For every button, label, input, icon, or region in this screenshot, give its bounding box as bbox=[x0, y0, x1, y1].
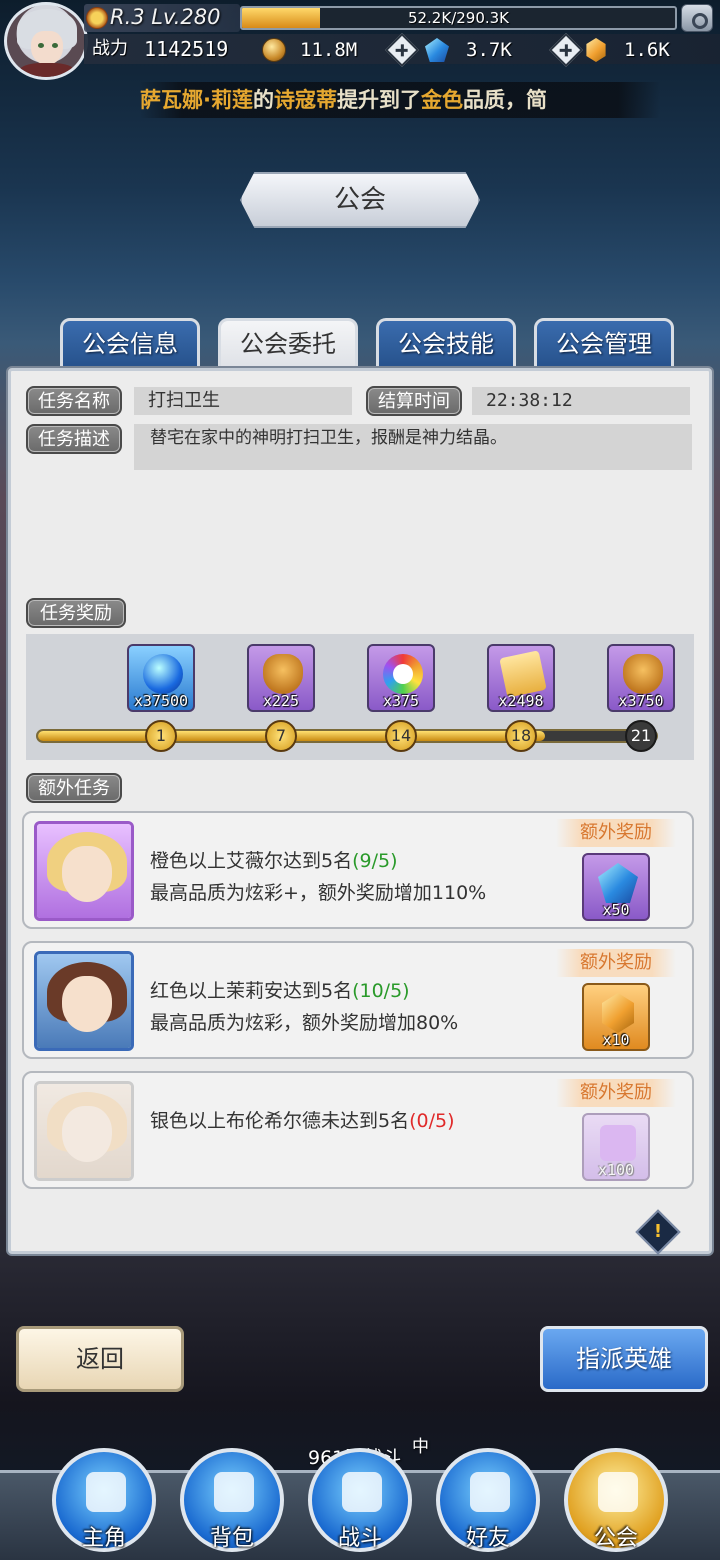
blue-gem-icon bbox=[598, 863, 638, 903]
reward-item[interactable]: x375 bbox=[367, 644, 435, 712]
page-title: 公会 bbox=[240, 172, 480, 228]
milestone-node: 21 bbox=[625, 720, 657, 752]
extra-reward-label: 额外奖励 bbox=[556, 819, 676, 847]
reward-qty: x10 bbox=[602, 1031, 630, 1049]
scroll-icon bbox=[499, 650, 547, 698]
nav-label: 战斗 bbox=[337, 1526, 382, 1551]
reward-item[interactable]: x2498 bbox=[487, 644, 555, 712]
task-bonus: 最高品质为炫彩+，额外奖励增加110% bbox=[150, 882, 487, 904]
nav-label: 好友 bbox=[465, 1526, 510, 1551]
reward-item[interactable]: x37500 bbox=[127, 644, 195, 712]
reward-qty: x3750 bbox=[618, 692, 664, 710]
settle-time-value: 22:38:12 bbox=[472, 387, 690, 415]
power-label: 战力 bbox=[92, 38, 128, 59]
task-condition: 银色以上布伦希尔德未达到5名 bbox=[150, 1110, 410, 1132]
top-bar: R.3 Lv.280 52.2K/290.3K 战力 1142519 11.8M… bbox=[0, 0, 720, 80]
rainbow-medal-icon bbox=[383, 654, 423, 694]
task-name-value: 打扫卫生 bbox=[134, 387, 352, 415]
task-name-label: 任务名称 bbox=[26, 386, 122, 416]
gold-bag-icon bbox=[623, 654, 663, 694]
reward-qty: x100 bbox=[597, 1161, 635, 1179]
hero-portrait[interactable] bbox=[34, 1081, 134, 1181]
extra-reward-label: 额外奖励 bbox=[556, 949, 676, 977]
task-count: (10/5) bbox=[352, 980, 410, 1002]
reward-progress-bar bbox=[36, 729, 658, 743]
gold-coin-icon bbox=[262, 38, 286, 62]
milestone-node: 14 bbox=[385, 720, 417, 752]
extra-reward-label: 额外奖励 bbox=[556, 1079, 676, 1107]
settings-button[interactable] bbox=[681, 4, 713, 32]
assign-hero-button[interactable]: 指派英雄 bbox=[540, 1326, 708, 1392]
reward-qty: x37500 bbox=[133, 692, 189, 710]
nav-label: 公会 bbox=[593, 1526, 638, 1551]
rank-medal-icon bbox=[86, 7, 108, 29]
crystal-amount: 1.6K bbox=[624, 39, 670, 61]
task-bonus: 最高品质为炫彩，额外奖励增加80% bbox=[150, 1012, 459, 1034]
reward-qty: x50 bbox=[602, 901, 630, 919]
exp-bar: 52.2K/290.3K bbox=[240, 6, 677, 30]
rank-level: R.3 Lv.280 bbox=[110, 5, 221, 29]
exp-text: 52.2K/290.3K bbox=[407, 9, 510, 27]
reward-qty: x2498 bbox=[498, 692, 544, 710]
task-desc-label: 任务描述 bbox=[26, 424, 122, 454]
marquee-text: 的 bbox=[252, 88, 274, 112]
reward-qty: x225 bbox=[262, 692, 300, 710]
backpack-icon bbox=[214, 1472, 254, 1512]
extra-task-card: 银色以上布伦希尔德未达到5名(0/5) 额外奖励 x100 bbox=[22, 1071, 694, 1189]
extra-task-text: 红色以上茉莉安达到5名(10/5) 最高品质为炫彩，额外奖励增加80% bbox=[150, 975, 458, 1039]
extra-task-card: 橙色以上艾薇尔达到5名(9/5) 最高品质为炫彩+，额外奖励增加110% 额外奖… bbox=[22, 811, 694, 929]
tab-guild-skills[interactable]: 公会技能 bbox=[376, 318, 516, 370]
extra-task-label: 额外任务 bbox=[26, 773, 122, 803]
extra-task-card: 红色以上茉莉安达到5名(10/5) 最高品质为炫彩，额外奖励增加80% 额外奖励… bbox=[22, 941, 694, 1059]
milestone-node: 7 bbox=[265, 720, 297, 752]
back-button[interactable]: 返回 bbox=[16, 1326, 184, 1392]
extra-task-text: 橙色以上艾薇尔达到5名(9/5) 最高品质为炫彩+，额外奖励增加110% bbox=[150, 845, 486, 909]
settle-time-label: 结算时间 bbox=[366, 386, 462, 416]
crossed-swords-icon bbox=[342, 1472, 382, 1512]
reward-qty: x375 bbox=[382, 692, 420, 710]
marquee-text: 提升到了 bbox=[336, 88, 421, 112]
milestone-node: 18 bbox=[505, 720, 537, 752]
gold-crystal-icon bbox=[602, 993, 634, 1033]
extra-task-text: 银色以上布伦希尔德未达到5名(0/5) bbox=[150, 1105, 455, 1137]
task-condition: 红色以上茉莉安达到5名 bbox=[150, 980, 353, 1002]
blue-potion-icon bbox=[143, 654, 183, 694]
battle-status-sup: 中 bbox=[412, 1437, 429, 1457]
milestone-node: 1 bbox=[145, 720, 177, 752]
tab-guild-info[interactable]: 公会信息 bbox=[60, 318, 200, 370]
hero-portrait[interactable] bbox=[34, 821, 134, 921]
task-reward-label: 任务奖励 bbox=[26, 598, 126, 628]
gem-bag-icon bbox=[263, 654, 303, 694]
nav-label: 主角 bbox=[81, 1526, 126, 1551]
task-count: (0/5) bbox=[409, 1110, 455, 1132]
puzzle-piece-icon bbox=[600, 1125, 636, 1161]
gold-amount: 11.8M bbox=[300, 39, 358, 61]
extra-reward-item[interactable]: x50 bbox=[582, 853, 650, 921]
tab-guild-management[interactable]: 公会管理 bbox=[534, 318, 674, 370]
nav-label: 背包 bbox=[209, 1526, 254, 1551]
reward-item[interactable]: x225 bbox=[247, 644, 315, 712]
tab-guild-commission[interactable]: 公会委托 bbox=[218, 318, 358, 370]
reward-item[interactable]: x3750 bbox=[607, 644, 675, 712]
guild-crest-icon bbox=[598, 1472, 638, 1512]
marquee-text: 萨瓦娜·莉莲 bbox=[140, 88, 253, 112]
handshake-icon bbox=[470, 1472, 510, 1512]
extra-reward-item[interactable]: x100 bbox=[582, 1113, 650, 1181]
hero-portrait[interactable] bbox=[34, 951, 134, 1051]
extra-reward-item[interactable]: x10 bbox=[582, 983, 650, 1051]
player-avatar[interactable] bbox=[4, 2, 88, 80]
task-desc-value: 替宅在家中的神明打扫卫生，报酬是神力结晶。 bbox=[134, 424, 692, 470]
task-count: (9/5) bbox=[352, 850, 398, 872]
marquee-text: 诗寇蒂 bbox=[273, 88, 337, 112]
announcement-marquee: 萨瓦娜·莉莲的诗寇蒂提升到了金色品质，简 bbox=[140, 82, 660, 118]
hero-icon bbox=[86, 1472, 126, 1512]
marquee-text: 品质，简 bbox=[462, 88, 547, 112]
task-condition: 橙色以上艾薇尔达到5名 bbox=[150, 850, 353, 872]
marquee-text: 金色 bbox=[420, 88, 463, 112]
gem-amount: 3.7K bbox=[466, 39, 512, 61]
power-value: 1142519 bbox=[144, 37, 229, 61]
